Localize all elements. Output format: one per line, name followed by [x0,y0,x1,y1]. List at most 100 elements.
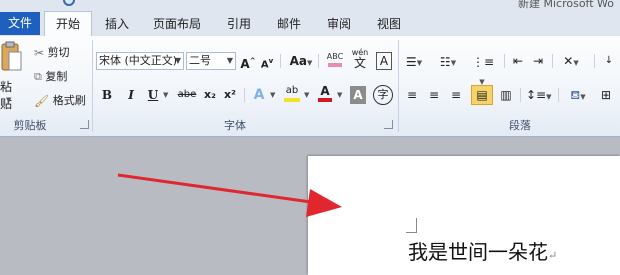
phonetic-char-icon: 文 [353,56,366,70]
clipboard-group-label: 剪贴板 [13,119,47,132]
title-bar: 新建 Microsoft Wo [0,0,620,10]
copy-button[interactable]: ⧉ 复制 [34,68,67,84]
line-spacing-icon: ↕≡ [526,88,547,102]
superscript-button[interactable]: x² [222,86,238,104]
font-name-value: 宋体 (中文正文) [99,54,178,67]
multilevel-list-button[interactable]: ⋮≡▼ [472,52,494,86]
chinese-layout-icon: ✕ [563,54,574,68]
grow-font-glyph: A [240,57,250,71]
tab-home[interactable]: 开始 [44,11,92,37]
font-launcher-icon[interactable] [384,120,393,129]
bold-button[interactable]: B [100,86,114,104]
divider [318,54,319,68]
font-color-glyph: A [320,84,330,98]
ribbon-tab-bar: 文件 开始 插入 页面布局 引用 邮件 审阅 视图 [0,10,620,37]
tab-references[interactable]: 引用 [220,12,258,36]
chevron-down-icon: ▼ [226,56,233,65]
cut-button[interactable]: ✂ 剪切 [34,44,70,60]
character-border-button[interactable]: A [376,52,392,70]
align-right-button[interactable]: ≡ [448,86,464,104]
format-painter-button[interactable]: 🖌 格式刷 [34,92,86,108]
bullets-button[interactable]: ☰▼ [404,52,424,70]
paste-dropdown-icon[interactable]: ▼ [6,96,11,104]
numbering-button[interactable]: ☷▼ [438,52,458,70]
cut-label: 剪切 [47,46,70,59]
align-left-button[interactable]: ≡ [404,86,420,104]
borders-button[interactable]: ⊞ [598,86,614,104]
redo-icon[interactable] [63,0,75,6]
character-shading-button[interactable]: A [350,86,366,104]
enclose-characters-button[interactable]: 字 [373,85,393,105]
text-effects-dropdown-icon[interactable]: ▼ [270,91,275,99]
tab-mailings[interactable]: 邮件 [270,12,308,36]
decrease-indent-button[interactable]: ⇤ [510,52,526,70]
brush-icon: 🖌 [34,94,50,108]
font-name-combo[interactable]: 宋体 (中文正文) ▼ [96,52,184,70]
shading-button[interactable]: ⛾▼ [566,86,590,104]
line-spacing-button[interactable]: ↕≡▼ [526,86,552,104]
font-group-label: 字体 [224,119,246,132]
distributed-button[interactable]: ▥ [498,86,514,104]
tab-page-layout[interactable]: 页面布局 [146,12,208,36]
align-right-icon: ≡ [450,88,462,102]
divider [520,88,521,102]
divider [280,54,281,68]
sort-button[interactable]: ↓ [600,52,618,70]
text-effect-glyph: A [253,87,265,103]
ribbon: 粘贴 ▼ ✂ 剪切 ⧉ 复制 🖌 格式刷 剪贴板 宋体 (中文正文) ▼ 二号 … [0,36,620,137]
justify-icon: ▤ [476,88,488,102]
divider [504,54,505,68]
copy-label: 复制 [45,70,68,83]
eraser-icon [328,63,342,67]
highlight-dropdown-icon[interactable]: ▼ [304,91,309,99]
clipboard-launcher-icon[interactable] [80,120,89,129]
format-painter-label: 格式刷 [52,94,86,107]
font-color-dropdown-icon[interactable]: ▼ [337,91,342,99]
annotation-arrow [117,173,342,217]
tab-review[interactable]: 审阅 [320,12,358,36]
divider [552,54,553,68]
divider [244,88,245,102]
divider [594,54,595,68]
text-effects-button[interactable]: A [250,86,268,104]
align-center-icon: ≡ [428,88,440,102]
arrow-head-icon [306,189,342,217]
strikethrough-button[interactable]: abe [176,86,198,104]
sort-icon: ↓ [604,55,614,66]
document-area: 我是世间一朵花↵ [0,137,620,275]
paste-label: 粘贴 [0,80,13,111]
shrink-font-button[interactable]: Av [260,52,274,70]
justify-button[interactable]: ▤ [471,85,493,105]
subscript-button[interactable]: x₂ [202,86,218,104]
italic-button[interactable]: I [124,86,138,104]
font-size-combo[interactable]: 二号 ▼ [186,52,236,70]
tab-view[interactable]: 视图 [370,12,408,36]
clear-format-glyph: ABC [326,52,344,61]
font-color-button[interactable]: A [316,84,334,102]
underline-dropdown-icon[interactable]: ▼ [163,91,168,99]
paste-icon [1,41,22,71]
bullet-list-icon: ☰ [405,54,417,69]
align-center-button[interactable]: ≡ [426,86,442,104]
copy-icon: ⧉ [34,70,42,83]
numbered-list-icon: ☷ [439,54,451,69]
tab-file[interactable]: 文件 [0,12,40,35]
tab-insert[interactable]: 插入 [98,12,136,36]
decrease-indent-icon: ⇤ [512,54,524,68]
increase-indent-icon: ⇥ [532,54,544,68]
highlight-glyph: ab [285,85,299,96]
phonetic-guide-button[interactable]: wén 文 [350,48,370,69]
underline-button[interactable]: U [146,86,160,104]
chevron-down-icon: ▼ [174,56,181,65]
chinese-layout-button[interactable]: ✕▼ [560,52,582,70]
increase-indent-button[interactable]: ⇥ [530,52,546,70]
divider [558,88,559,102]
grow-font-button[interactable]: A^ [240,52,256,71]
align-left-icon: ≡ [406,88,418,102]
change-case-button[interactable]: Aa▼ [288,52,314,70]
paste-button[interactable]: 粘贴 ▼ [0,40,22,111]
highlight-button[interactable]: ab [282,84,302,102]
clear-formatting-button[interactable]: ABC [326,52,344,70]
paint-bucket-icon: ⛾ [570,88,581,102]
highlight-color-bar [284,98,300,102]
